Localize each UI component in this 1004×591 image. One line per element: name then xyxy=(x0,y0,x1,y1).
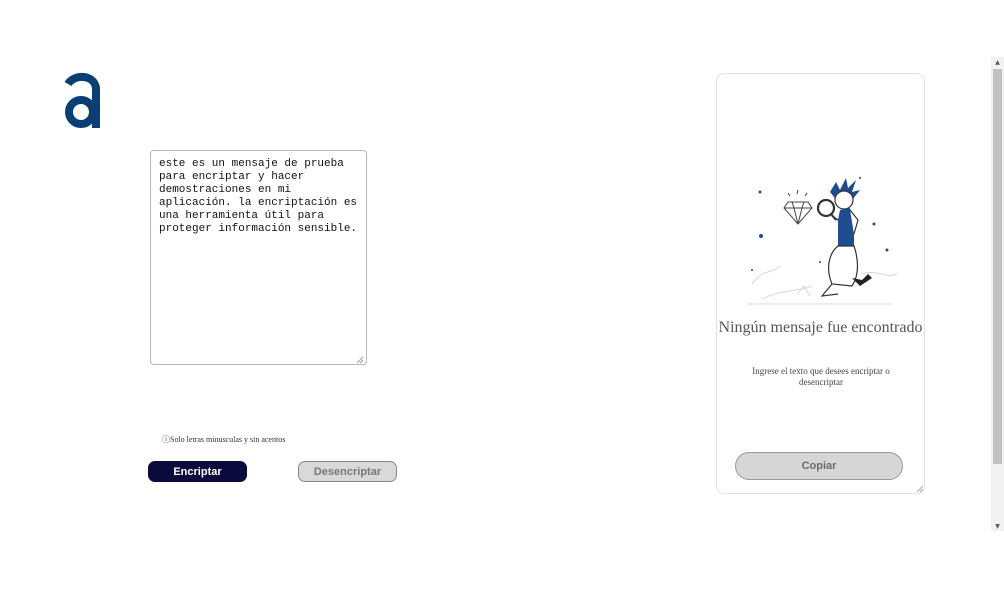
info-circle-icon: ⓘ xyxy=(162,435,170,444)
decrypt-button[interactable]: Desencriptar xyxy=(298,461,397,482)
message-input[interactable]: este es un mensaje de prueba para encrip… xyxy=(150,150,367,365)
encrypt-button[interactable]: Encriptar xyxy=(148,461,247,482)
decrypt-button-label: Desencriptar xyxy=(313,465,382,478)
output-empty-title: Ningún mensaje fue encontrado xyxy=(718,319,923,336)
panel-resize-grip-icon[interactable] xyxy=(916,485,924,493)
person-with-magnifying-glass-illustration xyxy=(747,177,898,305)
input-restriction-notice: ⓘSolo letras minusculas y sin acentos xyxy=(162,434,285,445)
scroll-down-arrow-icon[interactable]: ▼ xyxy=(991,521,1004,531)
output-panel: Ningún mensaje fue encontrado Ingrese el… xyxy=(716,73,925,494)
vertical-scrollbar[interactable]: ▲ ▼ xyxy=(991,57,1004,531)
copy-button[interactable]: Copiar xyxy=(735,452,903,480)
notice-text: Solo letras minusculas y sin acentos xyxy=(170,435,286,444)
output-empty-subtitle: Ingrese el texto que desees encriptar o … xyxy=(752,366,890,387)
resize-grip-icon[interactable] xyxy=(356,356,364,364)
scrollbar-thumb[interactable] xyxy=(993,69,1002,464)
copy-button-label: Copiar xyxy=(801,460,837,472)
encrypt-button-label: Encriptar xyxy=(173,465,222,478)
app-root: este es un mensaje de prueba para encrip… xyxy=(0,0,1004,591)
brand-logo-icon xyxy=(64,73,100,128)
scroll-up-arrow-icon[interactable]: ▲ xyxy=(991,57,1004,67)
